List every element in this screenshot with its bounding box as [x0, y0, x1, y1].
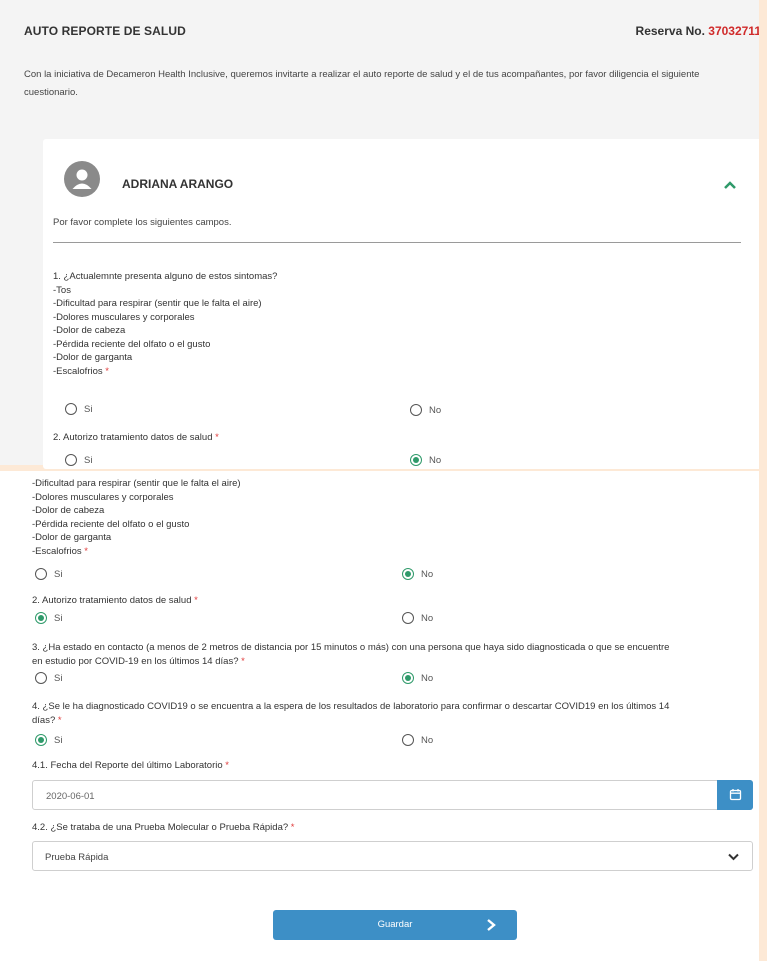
q1-line: -Tos: [53, 284, 71, 296]
option-label: No: [429, 404, 442, 416]
radio-button[interactable]: [402, 568, 414, 580]
required-mark: *: [241, 655, 245, 667]
radio-button[interactable]: [35, 734, 47, 746]
required-mark: *: [194, 595, 198, 606]
q1-line: 1. ¿Actualemnte presenta alguno de estos…: [53, 271, 278, 282]
select-value: Prueba Rápida: [45, 852, 109, 863]
required-mark: *: [290, 822, 295, 833]
question-1-continued: -Dificultad para respirar (sentir que le…: [32, 477, 241, 558]
calendar-button[interactable]: [717, 780, 753, 810]
radio-button[interactable]: [402, 734, 414, 746]
q1-option-si[interactable]: Si: [35, 567, 62, 581]
question-1: 1. ¿Actualemnte presenta alguno de estos…: [53, 270, 277, 378]
page-edge: [759, 0, 767, 961]
required-mark: *: [84, 545, 88, 557]
page-title: AUTO REPORTE DE SALUD: [24, 24, 186, 38]
question-4-1: 4.1. Fecha del Reporte del último Labora…: [32, 759, 229, 773]
radio-button[interactable]: [35, 568, 47, 580]
radio-button[interactable]: [402, 672, 414, 684]
q4-line: 4. ¿Se le ha diagnosticado COVID19 o se …: [32, 701, 670, 712]
q3-line: en estudio por COVID-19 en los últimos 1…: [32, 655, 239, 667]
q3-line: 3. ¿Ha estado en contacto (a menos de 2 …: [32, 642, 670, 653]
q4-option-si[interactable]: Si: [35, 733, 62, 747]
save-button[interactable]: Guardar: [273, 910, 517, 940]
question-4: 4. ¿Se le ha diagnosticado COVID19 o se …: [32, 700, 669, 727]
option-label: Si: [54, 612, 63, 624]
q2-text: 2. Autorizo tratamiento datos de salud: [53, 432, 213, 443]
reserva-text: Reserva No.: [635, 24, 705, 38]
question-2: 2. Autorizo tratamiento datos de salud *: [32, 594, 198, 608]
q2-option-no[interactable]: No: [410, 453, 441, 467]
date-value: 2020-06-01: [46, 791, 95, 802]
q2-option-si[interactable]: Si: [65, 453, 92, 467]
q4-line: días?: [32, 714, 56, 726]
radio-button[interactable]: [410, 404, 422, 416]
question-2: 2. Autorizo tratamiento datos de salud *: [53, 431, 219, 445]
required-mark: *: [215, 432, 219, 443]
q1-line: -Escalofrios: [53, 365, 103, 377]
required-mark: *: [105, 365, 109, 377]
q1-line: -Dolor de garganta: [32, 532, 112, 543]
required-mark: *: [57, 714, 62, 726]
calendar-icon: [729, 789, 741, 801]
q1-line: -Dolor de cabeza: [53, 325, 126, 336]
option-label: Si: [54, 672, 63, 684]
option-label: Si: [54, 734, 63, 746]
option-label: No: [421, 568, 434, 580]
q2-option-no[interactable]: No: [402, 611, 433, 625]
q1-line: -Pérdida reciente del olfato o el gusto: [53, 338, 211, 350]
radio-button[interactable]: [35, 612, 47, 624]
question-3: 3. ¿Ha estado en contacto (a menos de 2 …: [32, 641, 669, 668]
radio-button[interactable]: [410, 454, 422, 466]
chevron-down-icon: [728, 853, 739, 861]
q1-line: -Dolor de garganta: [53, 352, 133, 363]
option-label: No: [421, 672, 434, 684]
radio-button[interactable]: [65, 454, 77, 466]
q4-option-no[interactable]: No: [402, 733, 433, 747]
question-4-2: 4.2. ¿Se trataba de una Prueba Molecular…: [32, 821, 294, 835]
q1-line: -Pérdida reciente del olfato o el gusto: [32, 518, 190, 530]
q1-line: -Dolores musculares y corporales: [32, 491, 174, 503]
q2-text: 2. Autorizo tratamiento datos de salud: [32, 595, 192, 606]
q1-option-si[interactable]: Si: [65, 402, 92, 416]
radio-button[interactable]: [402, 612, 414, 624]
q1-option-no[interactable]: No: [410, 403, 441, 417]
q1-line: -Dificultad para respirar (sentir que le…: [32, 478, 241, 489]
divider: [53, 242, 741, 243]
q1-line: -Dolor de cabeza: [32, 505, 105, 516]
q2-option-si[interactable]: Si: [35, 611, 62, 625]
option-label: Si: [84, 403, 93, 415]
radio-button[interactable]: [65, 403, 77, 415]
card-subtitle: Por favor complete los siguientes campos…: [53, 217, 232, 228]
avatar: [64, 161, 100, 197]
guest-name: ADRIANA ARANGO: [122, 177, 234, 191]
q1-option-no[interactable]: No: [402, 567, 433, 581]
option-label: Si: [54, 568, 63, 580]
required-mark: *: [225, 760, 229, 771]
chevron-up-icon[interactable]: [722, 179, 738, 191]
date-field[interactable]: 2020-06-01: [32, 780, 753, 810]
q1-line: -Escalofrios: [32, 545, 82, 557]
q42-text: 4.2. ¿Se trataba de una Prueba Molecular…: [32, 822, 289, 833]
intro-text: Con la iniciativa de Decameron Health In…: [24, 69, 700, 98]
q3-option-si[interactable]: Si: [35, 671, 62, 685]
guest-card: ADRIANA ARANGO Por favor complete los si…: [43, 139, 763, 469]
q3-option-no[interactable]: No: [402, 671, 433, 685]
arrow-right-icon: [487, 919, 496, 931]
q1-line: -Dolores musculares y corporales: [53, 311, 195, 323]
option-label: No: [421, 734, 434, 746]
reserva-label: Reserva No. 37032711: [636, 24, 761, 38]
test-type-select[interactable]: Prueba Rápida: [32, 841, 753, 871]
option-label: Si: [84, 454, 93, 466]
option-label: No: [429, 454, 442, 466]
user-icon: [72, 169, 92, 189]
save-label: Guardar: [377, 919, 413, 930]
radio-button[interactable]: [35, 672, 47, 684]
q1-line: -Dificultad para respirar (sentir que le…: [53, 298, 262, 309]
option-label: No: [421, 612, 434, 624]
reserva-number: 37032711: [708, 24, 761, 38]
q41-text: 4.1. Fecha del Reporte del último Labora…: [32, 760, 223, 771]
